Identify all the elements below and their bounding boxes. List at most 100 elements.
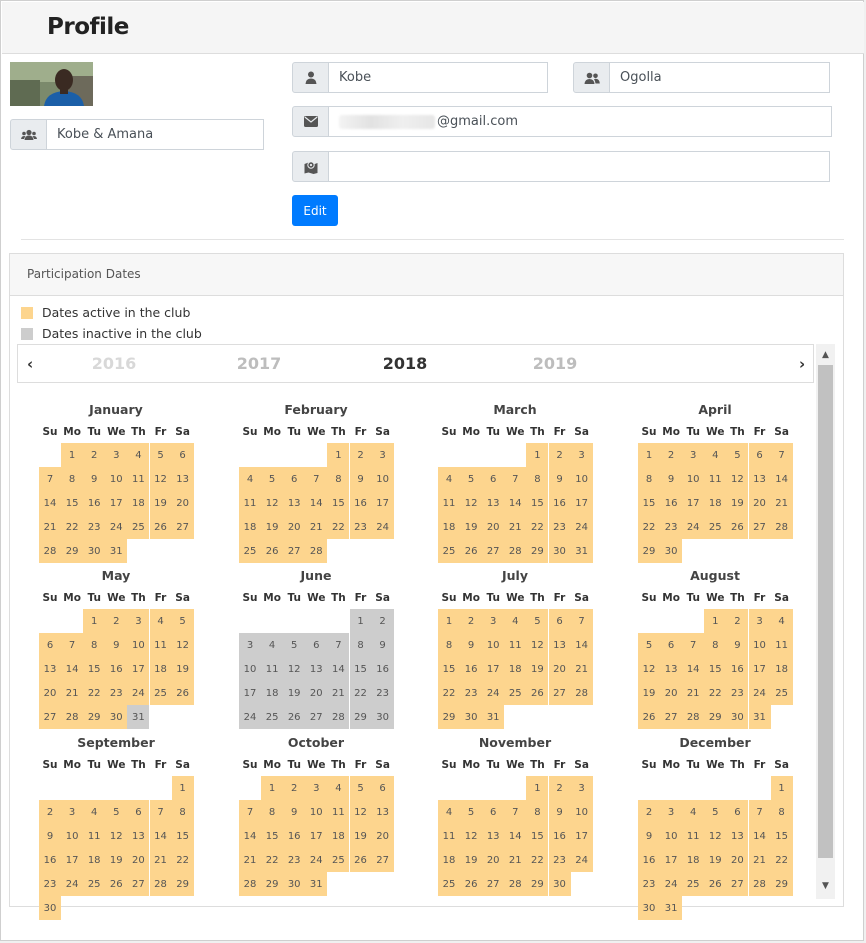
active-day[interactable]: 2 <box>83 443 106 467</box>
active-day[interactable]: 23 <box>105 681 128 705</box>
active-day[interactable]: 28 <box>149 872 172 896</box>
active-day[interactable]: 8 <box>171 800 194 824</box>
active-day[interactable]: 19 <box>105 848 128 872</box>
active-day[interactable]: 18 <box>149 657 172 681</box>
active-day[interactable]: 7 <box>504 467 527 491</box>
inactive-day[interactable]: 22 <box>349 681 372 705</box>
active-day[interactable]: 23 <box>460 681 483 705</box>
active-day[interactable]: 6 <box>127 800 150 824</box>
scroll-down-icon[interactable]: ▼ <box>816 881 835 891</box>
active-day[interactable]: 14 <box>748 824 771 848</box>
active-day[interactable]: 26 <box>460 539 483 563</box>
active-day[interactable]: 6 <box>482 467 505 491</box>
year-2016[interactable]: 2016 <box>74 354 154 373</box>
active-day[interactable]: 17 <box>660 848 683 872</box>
active-day[interactable]: 3 <box>371 443 394 467</box>
active-day[interactable]: 31 <box>660 896 683 920</box>
active-day[interactable]: 27 <box>127 872 150 896</box>
active-day[interactable]: 27 <box>39 705 61 729</box>
active-day[interactable]: 11 <box>682 824 705 848</box>
active-day[interactable]: 30 <box>83 539 106 563</box>
active-day[interactable]: 29 <box>704 705 727 729</box>
inactive-day[interactable]: 23 <box>371 681 394 705</box>
active-day[interactable]: 26 <box>149 515 172 539</box>
active-day[interactable]: 9 <box>726 633 749 657</box>
active-day[interactable]: 28 <box>239 872 261 896</box>
active-day[interactable]: 6 <box>283 467 306 491</box>
active-day[interactable]: 25 <box>83 872 106 896</box>
calendar-scrollbar[interactable]: ▲ ▼ <box>816 344 835 899</box>
inactive-day[interactable]: 4 <box>261 633 284 657</box>
active-day[interactable]: 2 <box>638 800 660 824</box>
inactive-day[interactable]: 5 <box>283 633 306 657</box>
active-day[interactable]: 27 <box>371 848 394 872</box>
active-day[interactable]: 29 <box>526 872 549 896</box>
active-day[interactable]: 21 <box>39 515 61 539</box>
active-day[interactable]: 20 <box>39 681 61 705</box>
active-day[interactable]: 21 <box>770 491 793 515</box>
active-day[interactable]: 5 <box>460 800 483 824</box>
inactive-day[interactable]: 10 <box>239 657 261 681</box>
active-day[interactable]: 22 <box>438 681 460 705</box>
active-day[interactable]: 9 <box>283 800 306 824</box>
active-day[interactable]: 16 <box>548 824 571 848</box>
active-day[interactable]: 25 <box>704 515 727 539</box>
active-day[interactable]: 26 <box>349 848 372 872</box>
active-day[interactable]: 13 <box>371 800 394 824</box>
active-day[interactable]: 30 <box>39 896 61 920</box>
active-day[interactable]: 9 <box>548 467 571 491</box>
active-day[interactable]: 13 <box>39 657 61 681</box>
active-day[interactable]: 30 <box>638 896 660 920</box>
active-day[interactable]: 27 <box>171 515 194 539</box>
active-day[interactable]: 6 <box>482 800 505 824</box>
active-day[interactable]: 25 <box>327 848 350 872</box>
active-day[interactable]: 27 <box>748 515 771 539</box>
active-day[interactable]: 8 <box>526 800 549 824</box>
inactive-day[interactable]: 24 <box>239 705 261 729</box>
inactive-day[interactable]: 19 <box>283 681 306 705</box>
active-day[interactable]: 21 <box>305 515 328 539</box>
active-day[interactable]: 14 <box>149 824 172 848</box>
active-day[interactable]: 28 <box>61 705 84 729</box>
active-day[interactable]: 16 <box>726 657 749 681</box>
active-day[interactable]: 6 <box>748 443 771 467</box>
active-day[interactable]: 24 <box>482 681 505 705</box>
active-day[interactable]: 22 <box>61 515 84 539</box>
active-day[interactable]: 11 <box>127 467 150 491</box>
active-day[interactable]: 18 <box>127 491 150 515</box>
active-day[interactable]: 7 <box>682 633 705 657</box>
active-day[interactable]: 18 <box>438 848 460 872</box>
inactive-day[interactable]: 6 <box>305 633 328 657</box>
active-day[interactable]: 10 <box>682 467 705 491</box>
active-day[interactable]: 3 <box>682 443 705 467</box>
inactive-day[interactable]: 13 <box>305 657 328 681</box>
active-day[interactable]: 3 <box>105 443 128 467</box>
active-day[interactable]: 17 <box>61 848 84 872</box>
active-day[interactable]: 7 <box>570 609 593 633</box>
active-day[interactable]: 10 <box>127 633 150 657</box>
active-day[interactable]: 3 <box>127 609 150 633</box>
active-day[interactable]: 13 <box>283 491 306 515</box>
active-day[interactable]: 10 <box>105 467 128 491</box>
active-day[interactable]: 17 <box>570 491 593 515</box>
active-day[interactable]: 20 <box>726 848 749 872</box>
active-day[interactable]: 29 <box>526 539 549 563</box>
active-day[interactable]: 30 <box>548 872 571 896</box>
active-day[interactable]: 28 <box>504 872 527 896</box>
active-day[interactable]: 31 <box>570 539 593 563</box>
active-day[interactable]: 14 <box>570 633 593 657</box>
active-day[interactable]: 8 <box>704 633 727 657</box>
active-day[interactable]: 28 <box>504 539 527 563</box>
active-day[interactable]: 26 <box>726 515 749 539</box>
active-day[interactable]: 13 <box>748 467 771 491</box>
active-day[interactable]: 14 <box>682 657 705 681</box>
active-day[interactable]: 8 <box>61 467 84 491</box>
active-day[interactable]: 5 <box>726 443 749 467</box>
active-day[interactable]: 12 <box>171 633 194 657</box>
active-day[interactable]: 15 <box>526 491 549 515</box>
active-day[interactable]: 23 <box>726 681 749 705</box>
active-day[interactable]: 11 <box>327 800 350 824</box>
active-day[interactable]: 9 <box>460 633 483 657</box>
edit-button[interactable]: Edit <box>292 195 338 226</box>
active-day[interactable]: 27 <box>548 681 571 705</box>
